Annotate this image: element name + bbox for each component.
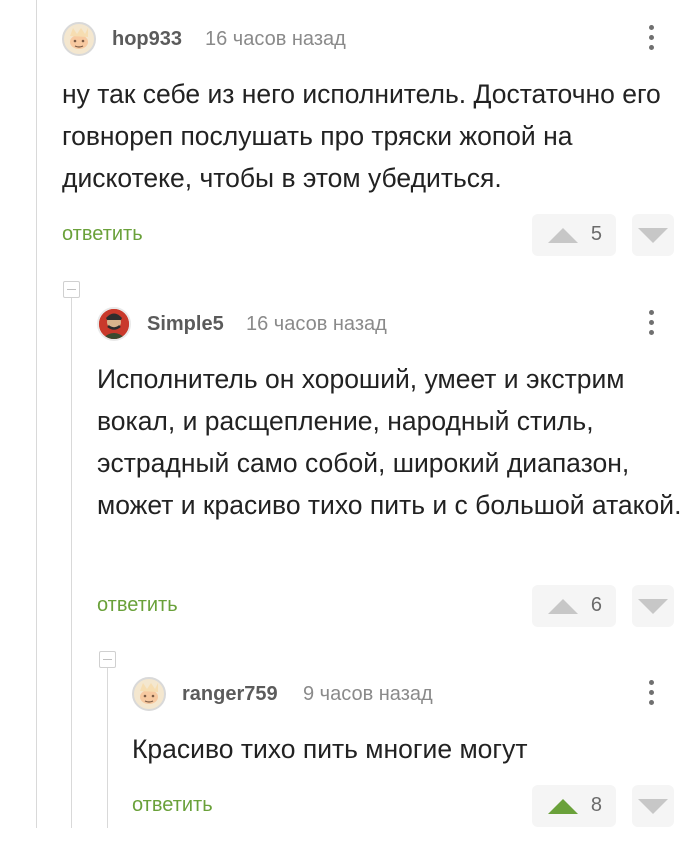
default-avatar-icon[interactable] (132, 677, 166, 711)
user-photo-avatar[interactable] (97, 307, 131, 341)
timestamp: 9 часов назад (303, 683, 433, 705)
more-options-icon[interactable] (642, 24, 662, 54)
more-options-icon[interactable] (642, 309, 662, 339)
collapse-thread-button[interactable] (99, 651, 116, 668)
upvote-button[interactable]: 6 (532, 585, 616, 627)
downvote-arrow-icon (638, 228, 668, 243)
reply-link[interactable]: ответить (132, 794, 213, 817)
reply-link[interactable]: ответить (97, 594, 178, 617)
upvote-arrow-icon (548, 599, 578, 614)
timestamp: 16 часов назад (246, 313, 387, 335)
timestamp: 16 часов назад (205, 28, 346, 50)
comment-text: ну так себе из него исполнитель. Достато… (62, 79, 661, 193)
comment-text: Красиво тихо пить многие могут (132, 734, 528, 764)
thread-line-level-1 (36, 0, 37, 828)
reply-link[interactable]: ответить (62, 223, 143, 246)
upvote-arrow-icon (548, 228, 578, 243)
default-avatar-icon[interactable] (62, 22, 96, 56)
downvote-button[interactable] (632, 785, 674, 827)
thread-line-level-2 (71, 298, 72, 828)
vote-count: 8 (590, 794, 602, 816)
upvote-button[interactable]: 5 (532, 214, 616, 256)
vote-count: 6 (590, 594, 602, 616)
downvote-arrow-icon (638, 599, 668, 614)
more-options-icon[interactable] (642, 679, 662, 709)
downvote-button[interactable] (632, 585, 674, 627)
username[interactable]: ranger759 (182, 683, 278, 706)
comment-text: Исполнитель он хороший, умеет и экстрим … (97, 364, 682, 520)
vote-count: 5 (590, 223, 602, 245)
username[interactable]: hop933 (112, 28, 182, 51)
collapse-thread-button[interactable] (63, 281, 80, 298)
downvote-button[interactable] (632, 214, 674, 256)
upvote-arrow-icon (548, 799, 578, 814)
upvote-button[interactable]: 8 (532, 785, 616, 827)
username[interactable]: Simple5 (147, 313, 224, 336)
thread-line-level-3 (107, 668, 108, 828)
downvote-arrow-icon (638, 799, 668, 814)
